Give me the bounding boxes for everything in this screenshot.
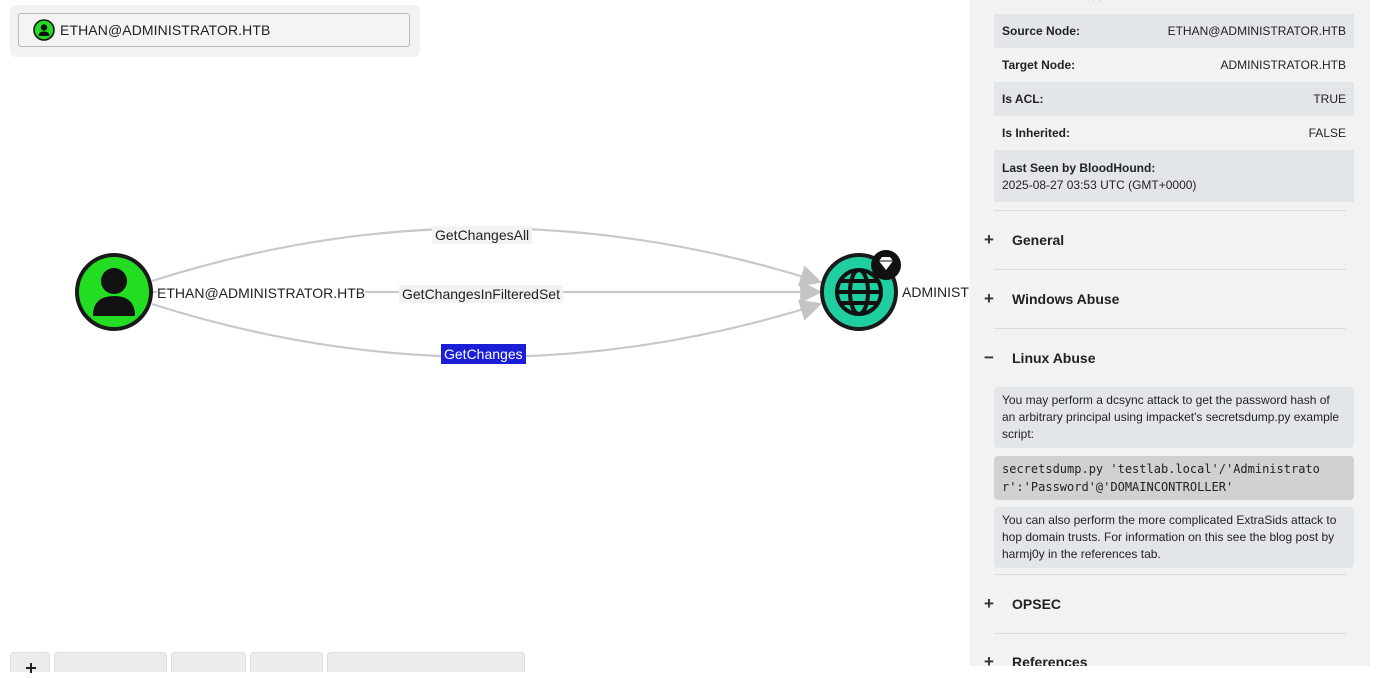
prop-is-inherited: Is Inherited: FALSE <box>994 116 1354 150</box>
section-references[interactable]: + References <box>984 651 1088 666</box>
target-node[interactable] <box>820 250 901 331</box>
prop-key: Is Inherited: <box>1002 126 1071 140</box>
expand-icon: + <box>984 230 994 249</box>
caret-up-icon <box>1093 0 1101 1</box>
search-input[interactable]: ETHAN@ADMINISTRATOR.HTB <box>18 13 410 47</box>
search-panel: ETHAN@ADMINISTRATOR.HTB <box>10 5 420 57</box>
prop-key: Last Seen by BloodHound: <box>1002 160 1156 175</box>
section-windows-abuse[interactable]: + Windows Abuse <box>984 288 1119 310</box>
section-label: OPSEC <box>1012 596 1062 612</box>
expand-icon: + <box>984 594 994 613</box>
toolbar-button-5[interactable] <box>327 652 525 672</box>
gem-icon <box>871 250 901 280</box>
prop-key: Target Node: <box>1002 58 1076 72</box>
section-linux-abuse[interactable]: − Linux Abuse <box>984 347 1096 369</box>
prop-value: ADMINISTRATOR.HTB <box>1220 58 1346 72</box>
source-node-label: ETHAN@ADMINISTRATOR.HTB <box>157 285 366 301</box>
section-label: References <box>1012 654 1088 666</box>
graph-canvas[interactable]: GetChangesAll GetChangesInFilteredSet Ge… <box>0 0 970 666</box>
prop-value: FALSE <box>1308 126 1346 140</box>
edge-label-getchangesall[interactable]: GetChangesAll <box>432 226 533 244</box>
section-general[interactable]: + General <box>984 229 1064 251</box>
graph-svg <box>75 227 901 359</box>
section-label: Linux Abuse <box>1012 350 1096 366</box>
prop-value: ETHAN@ADMINISTRATOR.HTB <box>1167 24 1346 38</box>
toolbar-button-2[interactable] <box>54 652 167 672</box>
prop-is-acl: Is ACL: TRUE <box>994 82 1354 116</box>
divider <box>994 574 1346 575</box>
toolbar-button-4[interactable] <box>250 652 323 672</box>
section-label: Windows Abuse <box>1012 291 1120 307</box>
linux-abuse-text-2: You can also perform the more complicate… <box>994 507 1354 568</box>
target-node-label: ADMINIST <box>902 284 969 300</box>
prop-target-node: Target Node: ADMINISTRATOR.HTB <box>994 48 1354 82</box>
prop-value: TRUE <box>1313 92 1346 106</box>
prop-key: Source Node: <box>1002 24 1081 38</box>
edge-label-getchanges[interactable]: GetChanges <box>441 344 526 364</box>
divider <box>994 269 1346 270</box>
linux-abuse-text-1: You may perform a dcsync attack to get t… <box>994 387 1354 448</box>
user-icon <box>33 19 55 41</box>
section-label: General <box>1012 232 1065 248</box>
expand-icon: + <box>984 652 994 666</box>
prop-source-node: Source Node: ETHAN@ADMINISTRATOR.HTB <box>994 14 1354 48</box>
source-node[interactable] <box>75 253 153 331</box>
toolbar-button-1[interactable] <box>10 652 50 673</box>
expand-icon: + <box>984 289 994 308</box>
search-value: ETHAN@ADMINISTRATOR.HTB <box>60 22 271 38</box>
section-opsec[interactable]: + OPSEC <box>984 593 1061 615</box>
toolbar-button-3[interactable] <box>171 652 246 672</box>
edge-info-panel[interactable]: Source Node: ETHAN@ADMINISTRATOR.HTB Tar… <box>970 0 1370 666</box>
divider <box>994 328 1346 329</box>
divider <box>994 633 1346 634</box>
prop-last-seen: Last Seen by BloodHound: 2025-08-27 03:5… <box>994 150 1354 202</box>
linux-abuse-code[interactable]: secretsdump.py 'testlab.local'/'Administ… <box>994 456 1354 500</box>
edge-label-getchangesinfilteredset[interactable]: GetChangesInFilteredSet <box>399 285 563 303</box>
prop-key: Is ACL: <box>1002 92 1044 106</box>
prop-value: 2025-08-27 03:53 UTC (GMT+0000) <box>1002 177 1197 192</box>
collapse-icon: − <box>984 348 994 367</box>
divider <box>994 210 1346 211</box>
properties-table: Source Node: ETHAN@ADMINISTRATOR.HTB Tar… <box>994 14 1354 202</box>
plus-icon <box>26 663 36 673</box>
